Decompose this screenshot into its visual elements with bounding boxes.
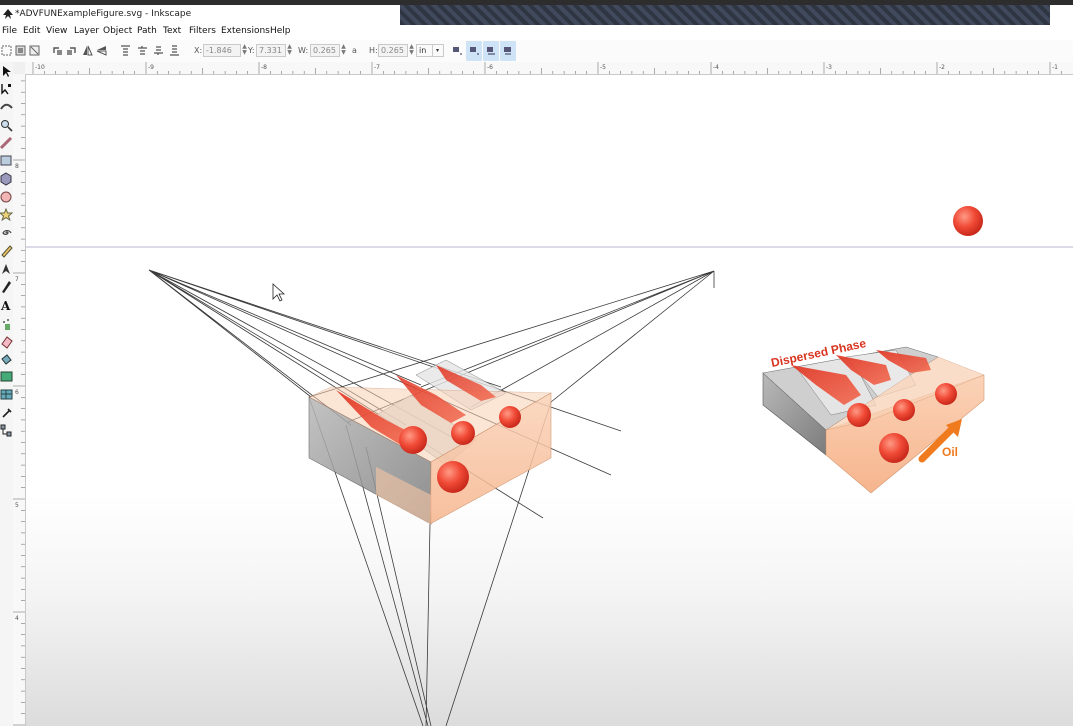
drawing-canvas[interactable]: Dispersed Phase Oil (26, 75, 1073, 726)
menu-file[interactable]: File (2, 26, 17, 36)
ruler-label: -1 (1052, 64, 1058, 71)
ruler-label: -4 (713, 64, 719, 71)
ruler-label: 7 (15, 276, 19, 283)
menu-bar: File Edit View Layer Object Path Text Fi… (0, 24, 400, 38)
measure-icon[interactable] (0, 137, 13, 151)
oil-label: Oil (942, 445, 958, 459)
w-field[interactable]: 0.265 (310, 44, 340, 57)
unit-select[interactable]: in ▾ (416, 44, 444, 57)
x-field[interactable]: -1.846 (203, 44, 241, 57)
ellipse-icon[interactable] (0, 190, 13, 204)
menu-object[interactable]: Object (103, 26, 132, 36)
droplet-circle[interactable] (953, 206, 983, 236)
calligraphy-icon[interactable] (0, 280, 13, 294)
lock-ratio-toggle[interactable]: a (352, 46, 357, 55)
h-spinner[interactable]: ▲ ▼ (408, 44, 415, 57)
mouse-cursor-icon (272, 283, 286, 302)
w-label: W: (298, 46, 309, 55)
flip-horizontal-icon[interactable] (82, 45, 93, 56)
ruler-label: 4 (15, 615, 19, 622)
menu-text[interactable]: Text (163, 26, 181, 36)
text-icon[interactable]: A (0, 298, 13, 312)
ruler-label: -8 (261, 64, 267, 71)
select-all-icon[interactable] (1, 45, 12, 56)
tool-controls-bar: X: -1.846 ▲ ▼ Y: 7.331 ▲ ▼ W: 0.265 ▲ ▼ a H… (0, 40, 1073, 63)
raise-icon[interactable] (137, 45, 148, 56)
h-field[interactable]: 0.265 (378, 44, 408, 57)
w-spinner[interactable]: ▲ ▼ (340, 44, 347, 57)
box3d-icon[interactable] (0, 172, 13, 186)
y-label: Y: (248, 46, 255, 55)
scale-corners-toggle[interactable] (466, 41, 482, 61)
flip-vertical-icon[interactable] (96, 45, 107, 56)
menu-help[interactable]: Help (270, 26, 291, 36)
lower-to-bottom-icon[interactable] (169, 45, 180, 56)
ruler-label: 5 (15, 502, 19, 509)
ruler-label: -9 (148, 64, 154, 71)
rotate-ccw-icon[interactable] (52, 45, 63, 56)
raise-to-top-icon[interactable] (120, 45, 131, 56)
transform-gradients-icon (487, 47, 495, 55)
star-icon[interactable] (0, 208, 13, 222)
transform-gradients-toggle[interactable] (483, 41, 499, 61)
x-spinner[interactable]: ▲ ▼ (241, 44, 248, 57)
menu-view[interactable]: View (46, 26, 67, 36)
scale-corners-icon (470, 47, 479, 55)
transform-patterns-toggle[interactable] (500, 41, 516, 61)
menu-path[interactable]: Path (137, 26, 157, 36)
reference-figure (762, 346, 985, 494)
window-title: *ADVFUNExampleFigure.svg - Inkscape (15, 9, 192, 19)
menu-layer[interactable]: Layer (74, 26, 99, 36)
menu-filters[interactable]: Filters (189, 26, 216, 36)
desktop-background (400, 5, 1050, 25)
ruler-label: 8 (15, 163, 19, 170)
ruler-corner (13, 62, 25, 74)
rect-icon[interactable] (0, 154, 13, 168)
ruler-label: -7 (374, 64, 380, 71)
ruler-label: 6 (15, 389, 19, 396)
pen-icon[interactable] (0, 262, 13, 276)
y-field[interactable]: 7.331 (256, 44, 286, 57)
scale-stroke-icon[interactable] (452, 45, 463, 56)
zoom-icon[interactable] (0, 119, 13, 133)
mesh-icon[interactable] (0, 388, 13, 402)
tweak-icon[interactable] (0, 99, 13, 113)
spiral-icon[interactable] (0, 226, 13, 240)
bucket-icon[interactable] (0, 353, 13, 367)
spray-icon[interactable] (0, 317, 13, 331)
gradient-icon[interactable] (0, 370, 13, 384)
menu-edit[interactable]: Edit (23, 26, 40, 36)
selector-icon[interactable] (0, 65, 13, 79)
ruler-label: -6 (487, 64, 493, 71)
title-bar: *ADVFUNExampleFigure.svg - Inkscape (0, 0, 1073, 25)
ruler-label: -3 (826, 64, 832, 71)
chevron-down-icon: ▾ (432, 45, 442, 56)
x-label: X: (194, 46, 203, 55)
lower-icon[interactable] (153, 45, 164, 56)
dropper-icon[interactable] (0, 406, 13, 420)
svg-text:A: A (0, 299, 11, 312)
select-all-layers-icon[interactable] (15, 45, 26, 56)
unit-value: in (419, 46, 427, 55)
transform-patterns-icon (504, 47, 511, 55)
menu-extensions[interactable]: Extensions (221, 26, 270, 36)
connector-icon[interactable] (0, 424, 13, 438)
horizontal-ruler: -10 -9 -8 -7 -6 -5 -4 -3 -2 -1 (25, 62, 1073, 75)
y-spinner[interactable]: ▲ ▼ (286, 44, 293, 57)
deselect-icon[interactable] (29, 45, 40, 56)
eraser-icon[interactable] (0, 335, 13, 349)
toolbox: A (0, 62, 13, 726)
ruler-label: -2 (939, 64, 945, 71)
pencil-icon[interactable] (0, 244, 13, 258)
vertical-ruler: 876543 (13, 74, 26, 726)
ruler-label: -5 (600, 64, 606, 71)
center-channel-figure (308, 359, 553, 525)
node-icon[interactable] (0, 82, 13, 96)
ruler-label: -10 (35, 64, 45, 71)
rotate-cw-icon[interactable] (66, 45, 77, 56)
h-label: H: (369, 46, 378, 55)
inkscape-app-icon (3, 9, 13, 19)
